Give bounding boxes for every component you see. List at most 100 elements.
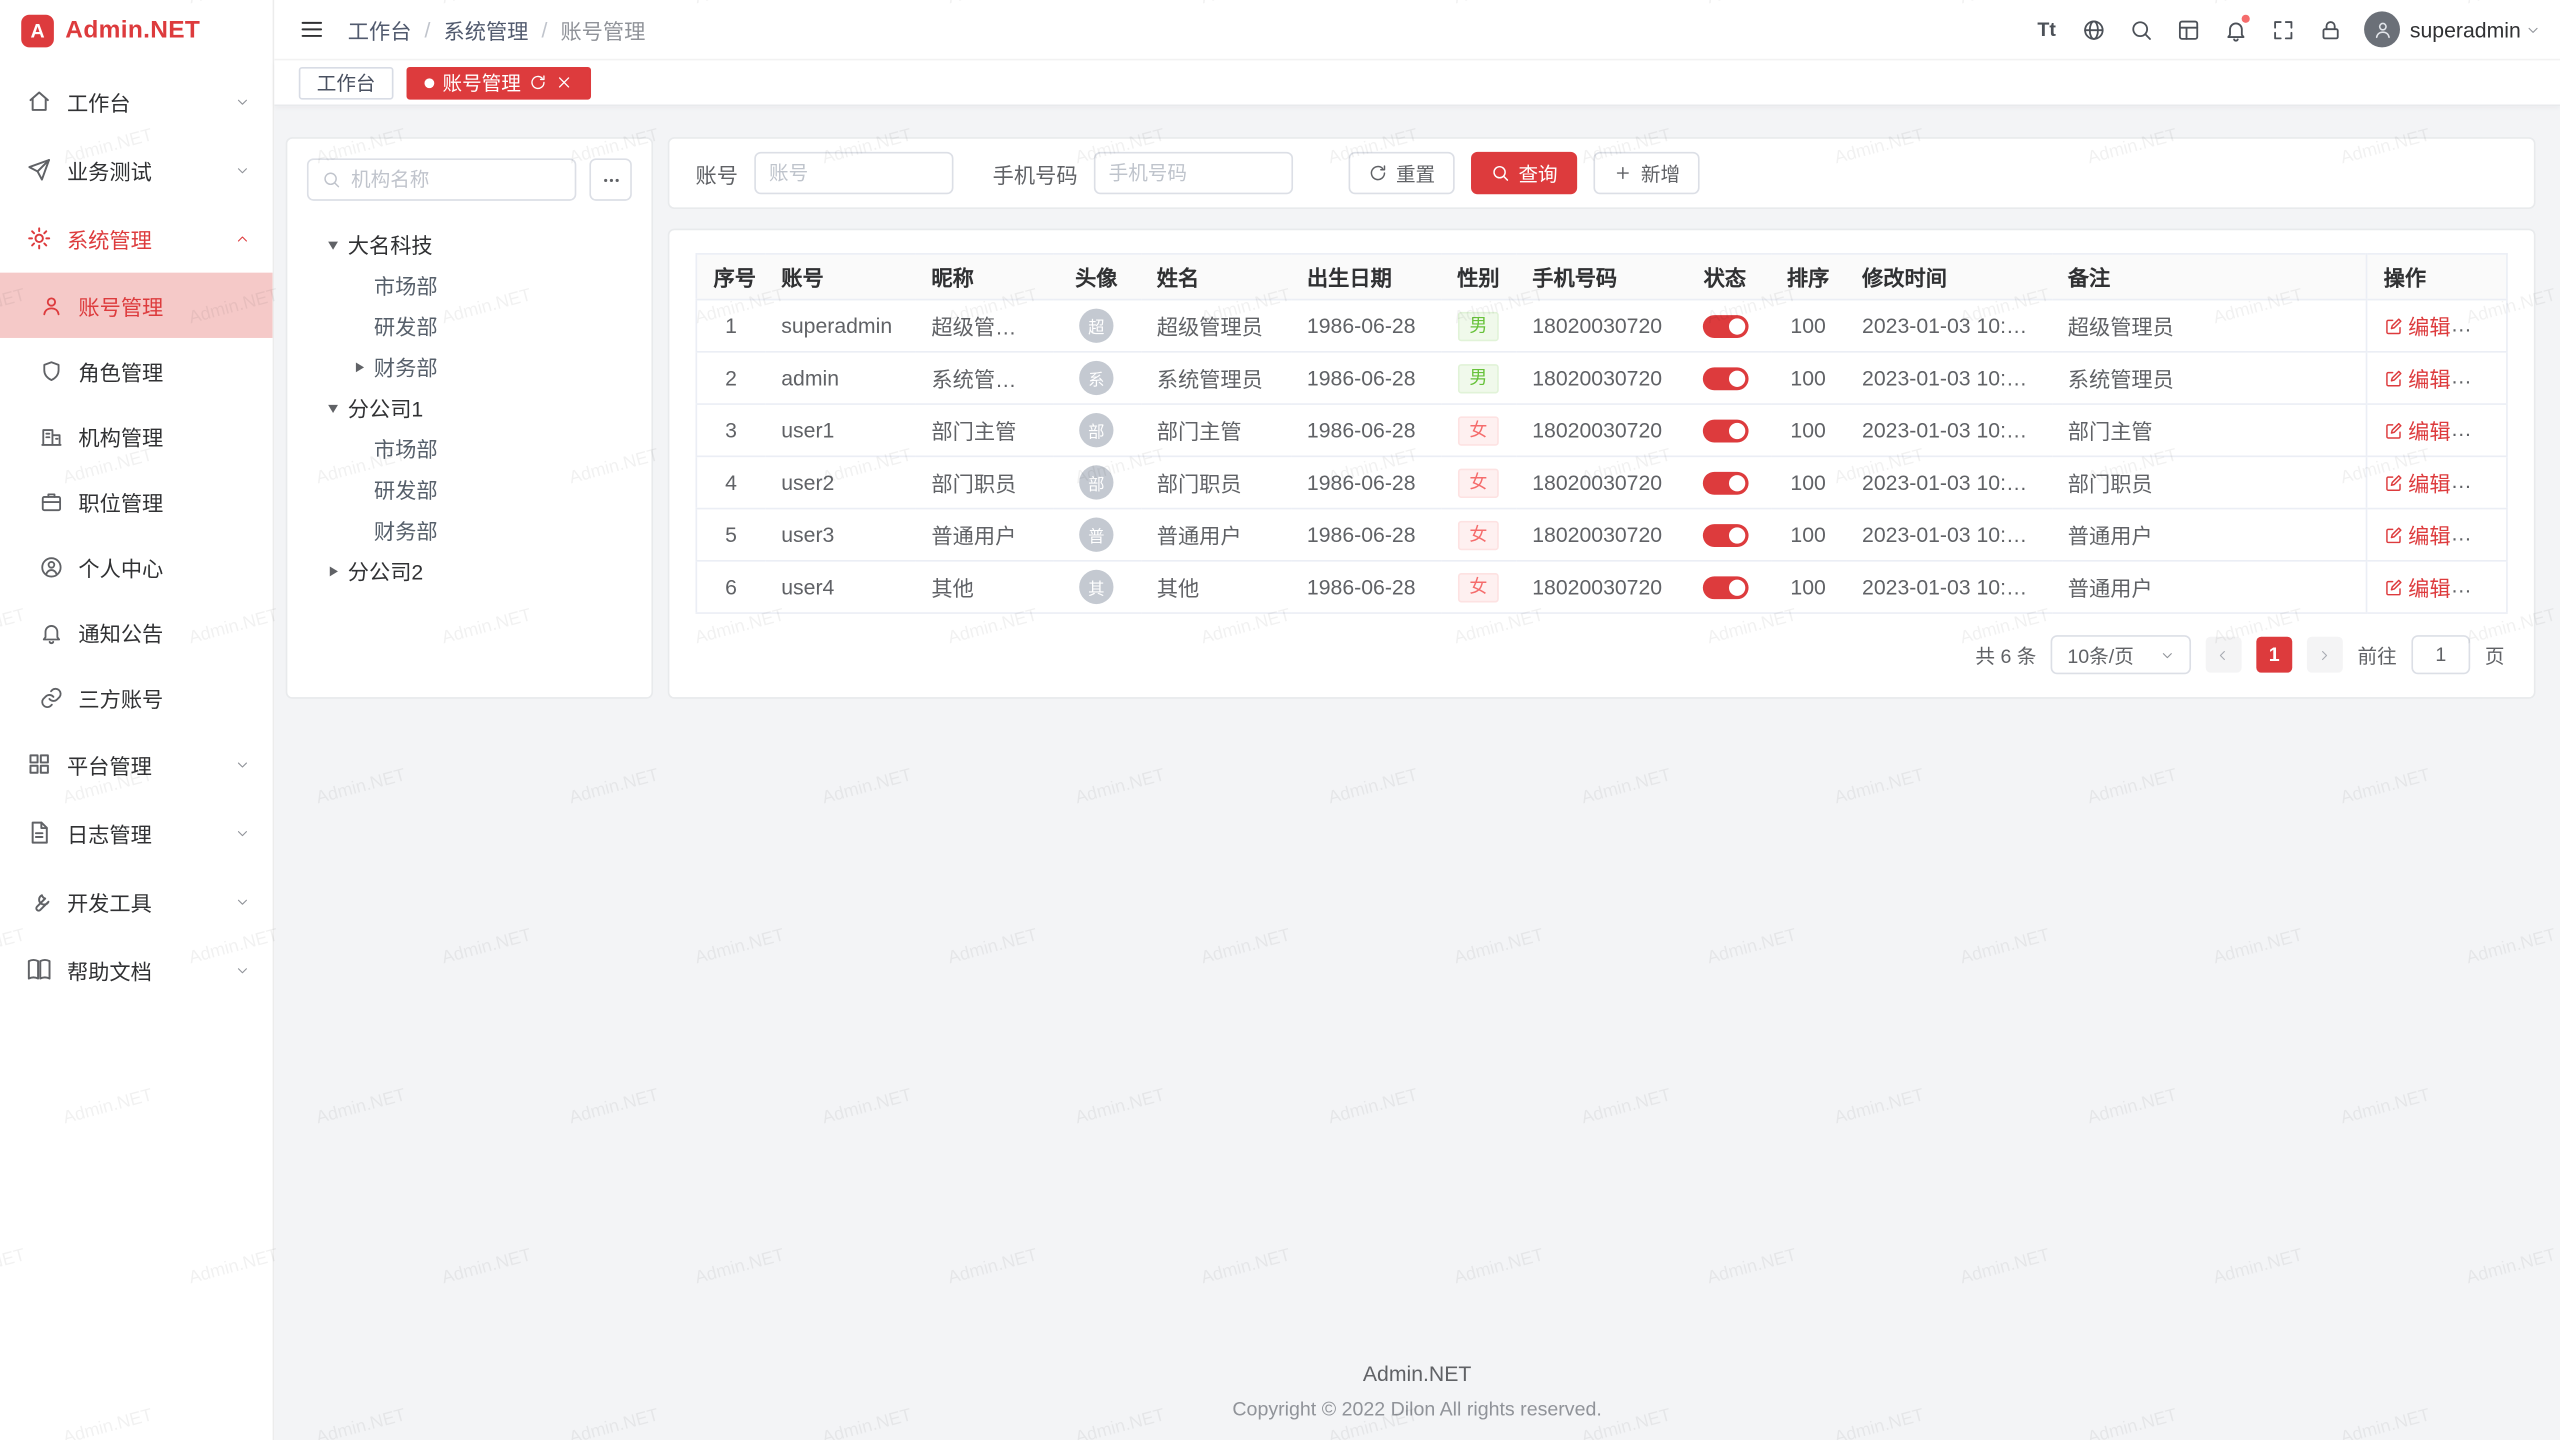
sidebar-subitem-notice-announcement[interactable]: 通知公告 — [0, 599, 273, 664]
sidebar-subitem-org-management[interactable]: 机构管理 — [0, 403, 273, 468]
tree-caret-icon[interactable] — [323, 234, 343, 254]
sidebar: A Admin.NET 工作台业务测试系统管理账号管理角色管理机构管理职位管理个… — [0, 0, 274, 1440]
sidebar-item-business-test[interactable]: 业务测试 — [0, 136, 273, 205]
footer-copyright: Copyright © 2022 Dilon All rights reserv… — [274, 1398, 2560, 1421]
layout-icon[interactable] — [2168, 9, 2209, 50]
column-header: 备注 — [2051, 254, 2366, 300]
tree-node[interactable]: 研发部 — [307, 469, 632, 510]
lock-screen-icon[interactable] — [2310, 9, 2351, 50]
breadcrumb-item-system-management[interactable]: 系统管理 — [443, 14, 528, 45]
org-search-input[interactable] — [307, 158, 576, 200]
app-title: Admin.NET — [65, 16, 200, 44]
org-search-field[interactable] — [351, 168, 562, 191]
goto-page-input[interactable] — [2411, 635, 2470, 674]
breadcrumb: 工作台 / 系统管理 / 账号管理 — [348, 14, 646, 45]
row-more-button[interactable] — [2470, 471, 2493, 494]
page-1-button[interactable]: 1 — [2256, 637, 2292, 673]
prev-page-button[interactable] — [2206, 637, 2242, 673]
column-header: 头像 — [1052, 254, 1140, 300]
chevron-down-icon — [235, 94, 250, 109]
row-more-button[interactable] — [2470, 419, 2493, 442]
row-more-button[interactable] — [2470, 523, 2493, 546]
breadcrumb-item-workbench[interactable]: 工作台 — [348, 14, 412, 45]
edit-button[interactable]: 编辑 — [2384, 571, 2451, 602]
tree-caret-icon[interactable] — [323, 561, 343, 581]
sidebar-item-workbench[interactable]: 工作台 — [0, 67, 273, 136]
tab-workbench[interactable]: 工作台 — [299, 66, 394, 99]
edit-button[interactable]: 编辑 — [2384, 467, 2451, 498]
sidebar-subitem-account-management[interactable]: 账号管理 — [0, 273, 273, 338]
fullscreen-icon[interactable] — [2263, 9, 2304, 50]
edit-button[interactable]: 编辑 — [2384, 310, 2451, 341]
sidebar-subitem-position-management[interactable]: 职位管理 — [0, 469, 273, 534]
tree-node[interactable]: 财务部 — [307, 509, 632, 550]
account-input[interactable] — [754, 152, 953, 194]
close-icon[interactable] — [555, 73, 573, 91]
status-toggle[interactable] — [1702, 420, 1748, 443]
sidebar-item-help-docs[interactable]: 帮助文档 — [0, 936, 273, 1005]
tree-caret-icon[interactable] — [349, 357, 369, 377]
edit-button[interactable]: 编辑 — [2384, 415, 2451, 446]
account-icon — [39, 293, 63, 317]
add-button[interactable]: 新增 — [1594, 152, 1700, 194]
row-more-button[interactable] — [2470, 367, 2493, 390]
tree-caret-icon[interactable] — [323, 398, 343, 418]
user-table: 序号账号昵称头像姓名出生日期性别手机号码状态排序修改时间备注操作 1supera… — [696, 253, 2508, 614]
sidebar-subitem-third-party-account[interactable]: 三方账号 — [0, 664, 273, 729]
status-toggle[interactable] — [1702, 368, 1748, 391]
column-header: 操作 — [2367, 254, 2507, 300]
row-more-button[interactable] — [2470, 314, 2493, 337]
tab-account-management[interactable]: 账号管理 — [407, 66, 592, 99]
status-toggle[interactable] — [1702, 577, 1748, 600]
status-toggle[interactable] — [1702, 316, 1748, 339]
tools-icon — [26, 888, 52, 914]
search-icon[interactable] — [2121, 9, 2162, 50]
sidebar-item-system-management[interactable]: 系统管理 — [0, 204, 273, 273]
tree-node[interactable]: 分公司1 — [307, 387, 632, 428]
profile-icon — [39, 554, 63, 578]
sex-tag: 女 — [1458, 572, 1499, 601]
chevron-down-icon — [235, 962, 250, 977]
menu-collapse-icon[interactable] — [299, 16, 325, 42]
tree-node[interactable]: 市场部 — [307, 428, 632, 469]
row-avatar: 部 — [1079, 465, 1113, 499]
edit-button[interactable]: 编辑 — [2384, 519, 2451, 550]
notification-icon[interactable] — [2216, 9, 2257, 50]
goto-label: 前往 — [2357, 641, 2396, 669]
platform-icon — [26, 751, 52, 777]
role-icon — [39, 358, 63, 382]
phone-input[interactable] — [1094, 152, 1293, 194]
topbar-icon-strip: Tt — [2026, 9, 2351, 50]
row-avatar: 其 — [1079, 570, 1113, 604]
tree-node[interactable]: 研发部 — [307, 305, 632, 346]
next-page-button[interactable] — [2307, 637, 2343, 673]
tree-node[interactable]: 分公司2 — [307, 550, 632, 591]
search-button[interactable]: 查询 — [1471, 152, 1577, 194]
reset-button[interactable]: 重置 — [1349, 152, 1455, 194]
tree-node[interactable]: 财务部 — [307, 346, 632, 387]
sidebar-item-log-management[interactable]: 日志管理 — [0, 798, 273, 867]
user-avatar[interactable] — [2364, 11, 2400, 47]
org-more-button[interactable] — [589, 158, 631, 200]
sidebar-subitem-role-management[interactable]: 角色管理 — [0, 338, 273, 403]
page-size-select[interactable]: 10条/页 — [2051, 635, 2191, 674]
gear-icon — [26, 225, 52, 251]
language-icon[interactable] — [2074, 9, 2115, 50]
column-header: 状态 — [1679, 254, 1770, 300]
status-toggle[interactable] — [1702, 525, 1748, 548]
app-logo[interactable]: A Admin.NET — [0, 0, 273, 60]
sidebar-item-platform-management[interactable]: 平台管理 — [0, 730, 273, 799]
tree-node[interactable]: 大名科技 — [307, 224, 632, 265]
breadcrumb-item-account-management: 账号管理 — [560, 14, 645, 45]
username[interactable]: superadmin — [2410, 17, 2521, 41]
edit-icon — [2384, 577, 2404, 597]
row-more-button[interactable] — [2470, 576, 2493, 599]
sidebar-subitem-personal-center[interactable]: 个人中心 — [0, 534, 273, 599]
tree-node[interactable]: 市场部 — [307, 264, 632, 305]
refresh-icon[interactable] — [529, 73, 547, 91]
status-toggle[interactable] — [1702, 472, 1748, 495]
right-column: 账号 手机号码 重置 查询 新增 序号账号昵称头像姓名出生日期性别手机号码状态 — [668, 137, 2536, 699]
font-size-icon[interactable]: Tt — [2026, 9, 2067, 50]
edit-button[interactable]: 编辑 — [2384, 362, 2451, 393]
sidebar-item-dev-tools[interactable]: 开发工具 — [0, 867, 273, 936]
